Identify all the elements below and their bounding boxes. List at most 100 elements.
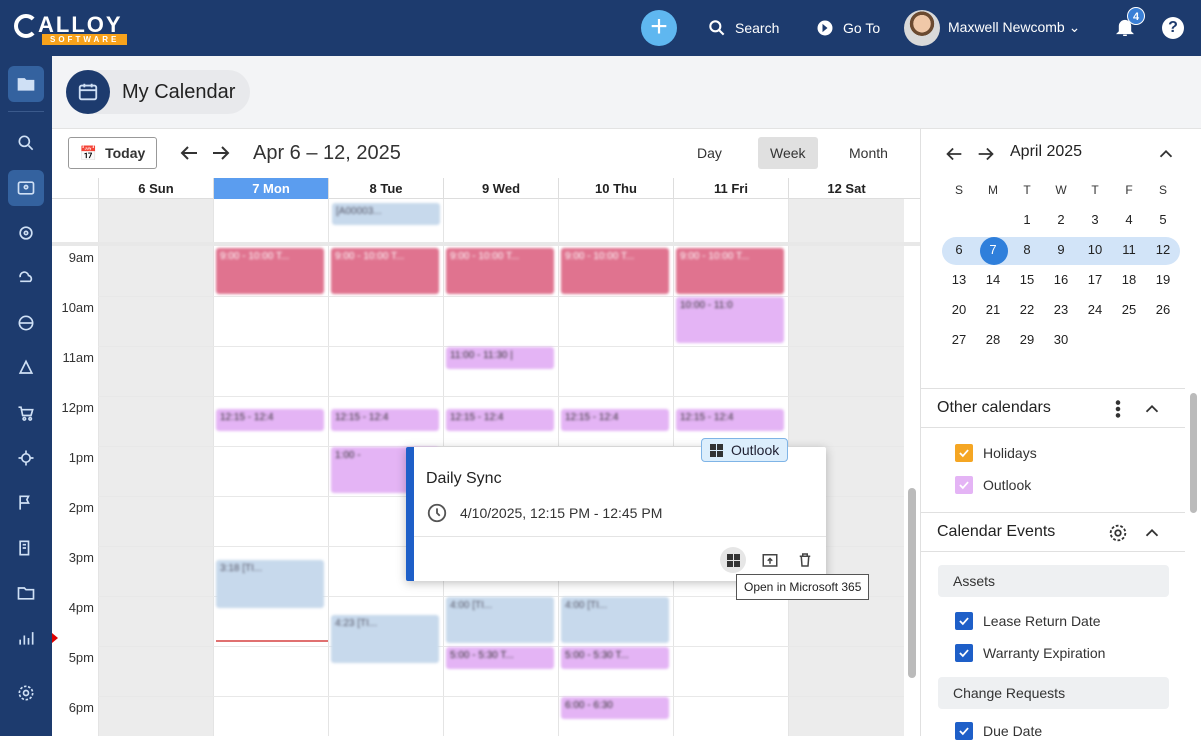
- mini-day[interactable]: 2: [1046, 207, 1076, 233]
- day-header-sun[interactable]: 6 Sun: [98, 178, 213, 199]
- calendar-toggle-outlook[interactable]: Outlook: [955, 476, 1031, 494]
- mini-day[interactable]: 25: [1114, 297, 1144, 323]
- checkbox[interactable]: [955, 476, 973, 494]
- mini-day[interactable]: 23: [1046, 297, 1076, 323]
- checkbox[interactable]: [955, 722, 973, 740]
- create-new-button[interactable]: +: [641, 10, 677, 46]
- open-in-microsoft-365-button[interactable]: [720, 547, 746, 573]
- previous-week-button[interactable]: [177, 141, 201, 165]
- sidebar-item-contacts[interactable]: [8, 170, 44, 206]
- sidebar-item-problems[interactable]: [8, 440, 44, 476]
- event-toggle-due-date[interactable]: Due Date: [955, 722, 1042, 740]
- sidebar-item-service[interactable]: [8, 260, 44, 296]
- checkbox[interactable]: [955, 612, 973, 630]
- calendar-event[interactable]: 4:23 [TI...: [331, 615, 439, 663]
- alloy-logo[interactable]: ALLOY SOFTWARE: [14, 10, 130, 46]
- calendar-event[interactable]: 4:00 [TI...: [561, 597, 669, 643]
- calendar-event[interactable]: 12:15 - 12:4: [561, 409, 669, 431]
- sidebar-item-organizations[interactable]: [8, 530, 44, 566]
- calendar-event[interactable]: 5:00 - 5:30 T...: [446, 647, 554, 669]
- calendar-event[interactable]: 12:15 - 12:4: [446, 409, 554, 431]
- mini-day[interactable]: 10: [1080, 237, 1110, 263]
- mini-day[interactable]: 20: [944, 297, 974, 323]
- sidebar-item-files[interactable]: [8, 66, 44, 102]
- mini-day[interactable]: 21: [978, 297, 1008, 323]
- mini-day[interactable]: 13: [944, 267, 974, 293]
- sidebar-item-search[interactable]: [8, 125, 44, 161]
- mini-day[interactable]: 22: [1012, 297, 1042, 323]
- calendar-toggle-holidays[interactable]: Holidays: [955, 444, 1037, 462]
- day-header-fri[interactable]: 11 Fri: [673, 178, 788, 199]
- calendar-event[interactable]: 9:00 - 10:00 T...: [561, 248, 669, 294]
- mini-day[interactable]: 17: [1080, 267, 1110, 293]
- sidebar-item-assets[interactable]: [8, 215, 44, 251]
- right-panel-scrollbar[interactable]: [1190, 393, 1197, 513]
- mini-day[interactable]: 29: [1012, 327, 1042, 353]
- view-day-button[interactable]: Day: [685, 137, 734, 169]
- mini-day[interactable]: 12: [1148, 237, 1178, 263]
- mini-day[interactable]: 16: [1046, 267, 1076, 293]
- sidebar-item-purchasing[interactable]: [8, 395, 44, 431]
- calendar-event[interactable]: [A00003...: [332, 203, 440, 225]
- event-toggle-warranty-expiration[interactable]: Warranty Expiration: [955, 644, 1105, 662]
- collapse-calendar-events-button[interactable]: [1141, 522, 1163, 544]
- calendar-event[interactable]: 12:15 - 12:4: [331, 409, 439, 431]
- mini-next-month-button[interactable]: [975, 143, 997, 165]
- calendar-event[interactable]: 11:00 - 11:30 |: [446, 347, 554, 369]
- day-header-mon[interactable]: 7 Mon: [213, 178, 328, 199]
- user-avatar[interactable]: [904, 10, 940, 46]
- calendar-event[interactable]: 9:00 - 10:00 T...: [446, 248, 554, 294]
- collapse-other-calendars-button[interactable]: [1141, 398, 1163, 420]
- calendar-event[interactable]: 4:00 [TI...: [446, 597, 554, 643]
- calendar-event[interactable]: 12:15 - 12:4: [216, 409, 324, 431]
- mini-day[interactable]: 9: [1046, 237, 1076, 263]
- calendar-event[interactable]: 9:00 - 10:00 T...: [331, 248, 439, 294]
- day-header-sat[interactable]: 12 Sat: [788, 178, 904, 199]
- sidebar-item-releases[interactable]: [8, 485, 44, 521]
- mini-day[interactable]: 7: [978, 237, 1008, 263]
- mini-day[interactable]: 4: [1114, 207, 1144, 233]
- mini-day[interactable]: 5: [1148, 207, 1178, 233]
- calendar-event[interactable]: 12:15 - 12:4: [676, 409, 784, 431]
- help-icon[interactable]: ?: [1162, 17, 1184, 39]
- view-week-button[interactable]: Week: [758, 137, 818, 169]
- sidebar-item-changes[interactable]: [8, 350, 44, 386]
- goto-button[interactable]: Go To: [815, 18, 880, 38]
- calendar-event[interactable]: 3:18 [TI...: [216, 560, 324, 608]
- mini-day[interactable]: 26: [1148, 297, 1178, 323]
- open-event-button[interactable]: [758, 548, 782, 572]
- mini-day[interactable]: 18: [1114, 267, 1144, 293]
- search-button[interactable]: Search: [707, 18, 779, 38]
- event-toggle-lease-return[interactable]: Lease Return Date: [955, 612, 1101, 630]
- mini-day[interactable]: 11: [1114, 237, 1144, 263]
- mini-day[interactable]: 15: [1012, 267, 1042, 293]
- next-week-button[interactable]: [209, 141, 233, 165]
- today-button[interactable]: 📅 Today: [68, 137, 157, 169]
- view-month-button[interactable]: Month: [837, 137, 900, 169]
- mini-day[interactable]: 28: [978, 327, 1008, 353]
- checkbox[interactable]: [955, 644, 973, 662]
- day-header-wed[interactable]: 9 Wed: [443, 178, 558, 199]
- calendar-event[interactable]: 10:00 - 11:0: [676, 297, 784, 343]
- mini-day[interactable]: 27: [944, 327, 974, 353]
- calendar-event[interactable]: 6:00 - 6:30: [561, 697, 669, 719]
- more-vertical-icon[interactable]: [1107, 398, 1129, 420]
- mini-day[interactable]: 14: [978, 267, 1008, 293]
- calendar-event[interactable]: 9:00 - 10:00 T...: [676, 248, 784, 294]
- mini-prev-month-button[interactable]: [943, 143, 965, 165]
- mini-day[interactable]: 19: [1148, 267, 1178, 293]
- gear-icon[interactable]: [1107, 522, 1129, 544]
- mini-day[interactable]: 6: [944, 237, 974, 263]
- delete-event-button[interactable]: [793, 548, 817, 572]
- collapse-mini-calendar-button[interactable]: [1155, 143, 1177, 165]
- sidebar-item-tickets[interactable]: [8, 305, 44, 341]
- day-header-tue[interactable]: 8 Tue: [328, 178, 443, 199]
- calendar-event[interactable]: 9:00 - 10:00 T...: [216, 248, 324, 294]
- mini-day[interactable]: 24: [1080, 297, 1110, 323]
- grid-scrollbar[interactable]: [908, 488, 916, 678]
- calendar-event[interactable]: 5:00 - 5:30 T...: [561, 647, 669, 669]
- mini-day[interactable]: 1: [1012, 207, 1042, 233]
- user-menu[interactable]: Maxwell Newcomb ⌄: [948, 19, 1080, 36]
- day-column-sun[interactable]: [98, 199, 213, 736]
- mini-day[interactable]: 8: [1012, 237, 1042, 263]
